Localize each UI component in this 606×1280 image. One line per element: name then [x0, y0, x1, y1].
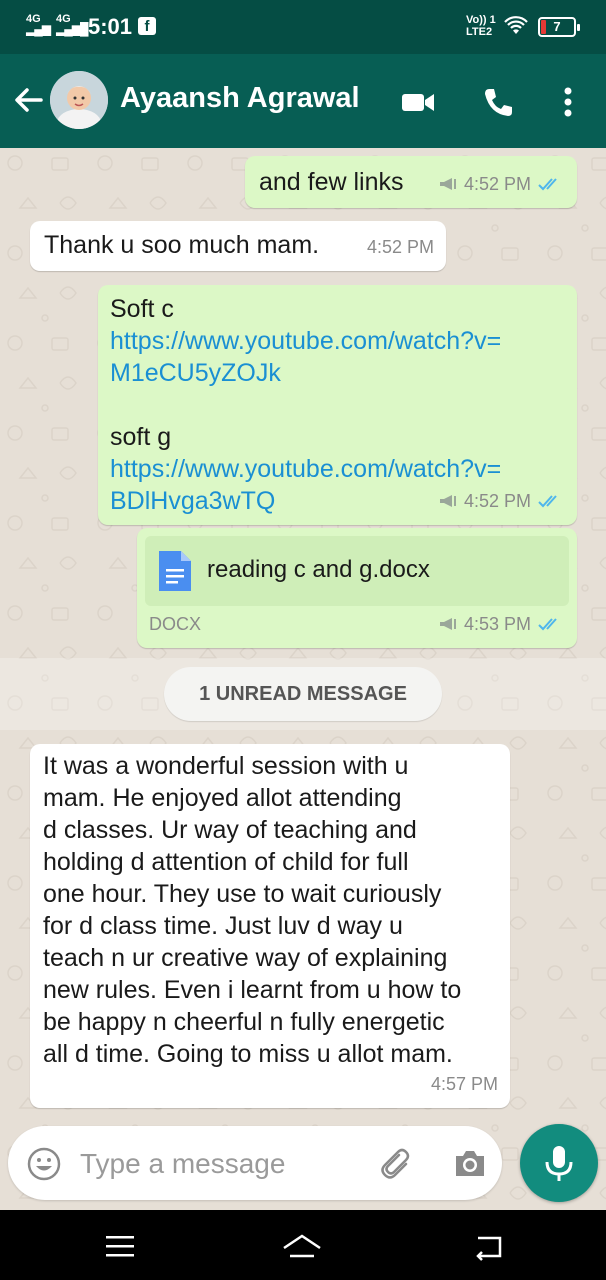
- status-bar: 4G ▂▄▆ 4G ▂▄▆█ 5:01 f Vo)) 1 LTE2 7: [0, 0, 606, 54]
- attach-icon[interactable]: [376, 1144, 416, 1184]
- document-attachment[interactable]: reading c and g.docx: [145, 536, 569, 606]
- message-text: and few links: [259, 168, 404, 196]
- message-time: 4:57 PM: [430, 1074, 498, 1094]
- back-arrow-icon[interactable]: [8, 80, 48, 120]
- menu-icon[interactable]: [100, 1228, 140, 1264]
- message-line: one hour. They use to wait curiously: [43, 880, 442, 908]
- battery-level: 7: [553, 19, 561, 34]
- emoji-icon[interactable]: [26, 1146, 62, 1182]
- read-ticks-icon: [538, 495, 557, 508]
- message-text: Soft c https://www.youtube.com/watch?v= …: [110, 293, 560, 517]
- camera-icon[interactable]: [450, 1144, 490, 1184]
- volte-label: Vo)) 1: [466, 14, 496, 26]
- message-time: 4:52 PM: [463, 491, 531, 511]
- phone-icon[interactable]: [478, 82, 518, 122]
- link-part: https://www.youtube.com/watch?v=: [110, 327, 502, 355]
- message-line: mam. He enjoyed allot attending: [43, 784, 402, 812]
- signal-icon: 4G ▂▄▆█: [56, 13, 88, 36]
- message-line: d classes. Ur way of teaching and: [43, 816, 417, 844]
- contact-name[interactable]: Ayaansh Agrawal: [120, 82, 360, 115]
- message-line: new rules. Even i learnt from u how to: [43, 976, 462, 1004]
- youtube-link[interactable]: https://www.youtube.com/watch?v= M1eCU5y…: [110, 325, 560, 389]
- link-part: M1eCU5yZOJk: [110, 359, 281, 387]
- message-time: 4:52 PM: [463, 174, 531, 194]
- message-bubble[interactable]: It was a wonderful session with u mam. H…: [30, 744, 510, 1108]
- avatar[interactable]: [50, 71, 108, 129]
- document-type: DOCX: [149, 614, 202, 634]
- message-composer: [8, 1126, 502, 1200]
- message-line: It was a wonderful session with u: [43, 752, 409, 780]
- link-label: Soft c: [110, 295, 174, 323]
- system-nav-bar: [0, 1210, 606, 1280]
- home-icon[interactable]: [282, 1228, 322, 1264]
- read-ticks-icon: [538, 178, 557, 191]
- message-meta: 4:52 PM: [438, 168, 565, 200]
- more-vert-icon[interactable]: [548, 82, 588, 122]
- chat-area[interactable]: and few links 4:52 PM Thank u soo much m…: [0, 148, 606, 1210]
- document-name: reading c and g.docx: [207, 556, 430, 583]
- message-meta: 4:57 PM: [431, 1068, 498, 1100]
- message-line: be happy n cheerful n fully energetic: [43, 1008, 445, 1036]
- volte-indicator: Vo)) 1 LTE2: [466, 14, 496, 38]
- message-meta: 4:52 PM: [367, 231, 434, 263]
- message-line: teach n ur creative way of explaining: [43, 944, 448, 972]
- video-call-icon[interactable]: [398, 82, 438, 122]
- message-time: 4:52 PM: [366, 237, 434, 257]
- status-time: 5:01: [88, 14, 133, 39]
- read-ticks-icon: [538, 618, 557, 631]
- chat-header: Ayaansh Agrawal: [0, 54, 606, 148]
- message-line: all d time. Going to miss u allot mam.: [43, 1040, 453, 1068]
- message-bubble[interactable]: and few links 4:52 PM: [245, 156, 577, 208]
- back-nav-icon[interactable]: [468, 1228, 508, 1264]
- mic-button[interactable]: [520, 1124, 598, 1202]
- unread-divider: 1 UNREAD MESSAGE: [164, 667, 442, 721]
- message-meta: 4:53 PM: [438, 608, 565, 640]
- link-part: https://www.youtube.com/watch?v=: [110, 455, 502, 483]
- battery-icon: 7: [538, 17, 580, 37]
- message-meta: 4:52 PM: [438, 485, 565, 517]
- message-input[interactable]: [80, 1144, 360, 1184]
- broadcast-speaker-icon: [439, 618, 456, 630]
- signal-icon: 4G ▂▄▆: [26, 13, 51, 36]
- facebook-icon: f: [138, 17, 156, 35]
- message-text: It was a wonderful session with u mam. H…: [43, 750, 503, 1070]
- document-icon: [159, 551, 191, 591]
- mic-icon: [545, 1146, 573, 1181]
- link-label: soft g: [110, 423, 172, 451]
- document-message[interactable]: reading c and g.docx DOCX 4:53 PM: [137, 528, 577, 648]
- message-line: holding d attention of child for full: [43, 848, 409, 876]
- lte-label: LTE2: [466, 26, 493, 38]
- message-text: Thank u soo much mam.: [44, 231, 320, 259]
- message-bubble[interactable]: Thank u soo much mam. 4:52 PM: [30, 221, 446, 271]
- broadcast-speaker-icon: [439, 178, 456, 190]
- message-time: 4:53 PM: [463, 614, 531, 634]
- broadcast-speaker-icon: [439, 495, 456, 507]
- message-bubble[interactable]: Soft c https://www.youtube.com/watch?v= …: [98, 285, 577, 525]
- wifi-icon: [504, 16, 528, 34]
- message-line: for d class time. Just luv d way u: [43, 912, 403, 940]
